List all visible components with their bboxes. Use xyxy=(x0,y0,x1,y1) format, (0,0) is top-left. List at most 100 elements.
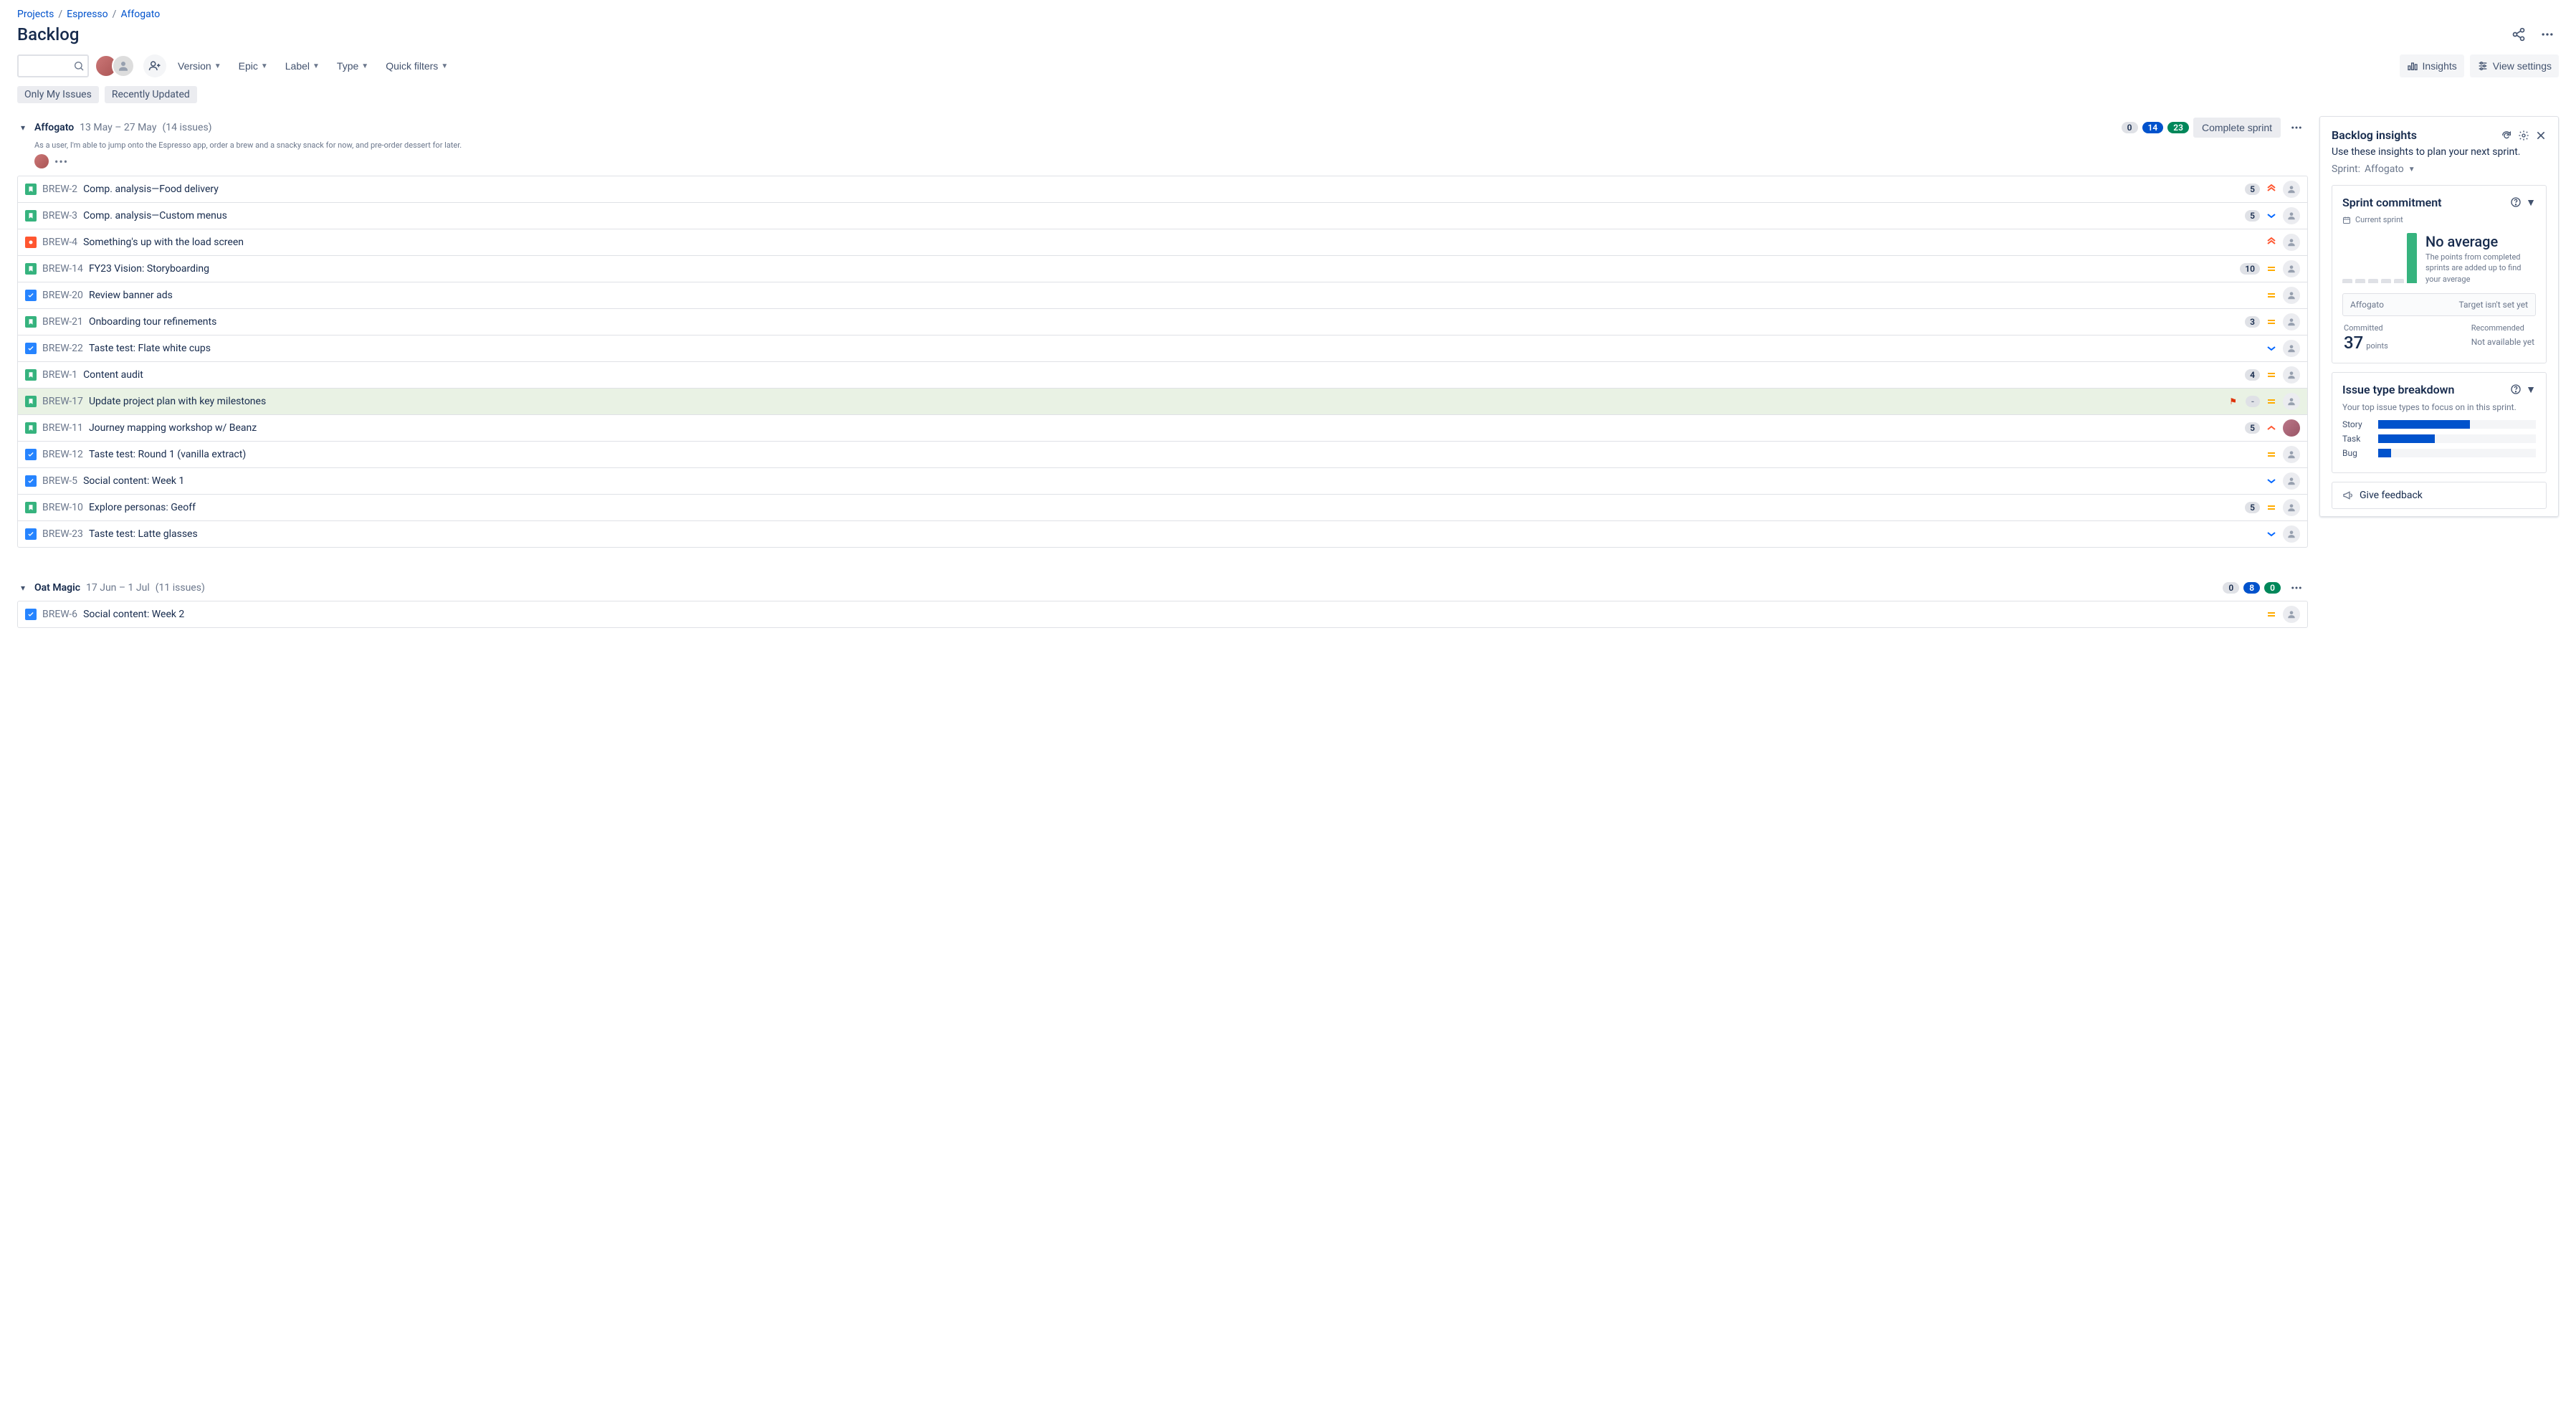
issue-row[interactable]: BREW-21 Onboarding tour refinements 3 xyxy=(18,309,2307,336)
filter-quick[interactable]: Quick filters▼ xyxy=(380,54,454,77)
breadcrumb-affogato[interactable]: Affogato xyxy=(120,9,160,20)
priority-medium-icon xyxy=(2266,290,2277,301)
chevron-down-icon: ▼ xyxy=(361,62,368,70)
assignee-avatar[interactable] xyxy=(2283,313,2300,330)
assignee-avatar[interactable] xyxy=(2283,525,2300,543)
assignee-avatar[interactable] xyxy=(2283,366,2300,384)
chevron-down-icon: ▼ xyxy=(261,62,268,70)
issue-row[interactable]: BREW-23 Taste test: Latte glasses xyxy=(18,521,2307,547)
estimate-badge: 3 xyxy=(2245,316,2260,328)
sprint-commitment-card: Sprint commitment ▼ Current sprint xyxy=(2332,185,2547,363)
collapse-toggle[interactable]: ▾ xyxy=(17,583,29,593)
commitment-mini-chart xyxy=(2342,233,2417,283)
issue-row[interactable]: BREW-10 Explore personas: Geoff 5 xyxy=(18,495,2307,521)
assignee-avatar[interactable] xyxy=(2283,234,2300,251)
sprint-owner-avatar[interactable] xyxy=(34,154,49,168)
issue-key: BREW-2 xyxy=(42,184,77,195)
sprint-more-icon[interactable] xyxy=(2285,576,2308,599)
assignee-avatar[interactable] xyxy=(2283,499,2300,516)
add-people-button[interactable] xyxy=(143,54,166,77)
collapse-toggle[interactable]: ▾ xyxy=(17,123,29,133)
sprint-dates: 13 May – 27 May xyxy=(80,122,156,133)
share-icon[interactable] xyxy=(2507,23,2530,46)
issue-row[interactable]: BREW-1 Content audit 4 xyxy=(18,362,2307,389)
issue-row[interactable]: BREW-22 Taste test: Flate white cups xyxy=(18,336,2307,362)
filter-type[interactable]: Type▼ xyxy=(331,54,374,77)
breadcrumb-projects[interactable]: Projects xyxy=(17,9,54,20)
issue-row[interactable]: BREW-17 Update project plan with key mil… xyxy=(18,389,2307,415)
filter-label[interactable]: Label▼ xyxy=(280,54,325,77)
issue-row[interactable]: BREW-5 Social content: Week 1 xyxy=(18,468,2307,495)
count-inprogress: 14 xyxy=(2142,122,2164,133)
help-icon[interactable] xyxy=(2510,384,2522,396)
issue-summary: Something's up with the load screen xyxy=(83,237,2260,248)
chip-recently-updated[interactable]: Recently Updated xyxy=(105,86,197,103)
assignee-avatar[interactable] xyxy=(2283,260,2300,277)
estimate-badge: 5 xyxy=(2245,422,2260,434)
complete-sprint-button[interactable]: Complete sprint xyxy=(2193,118,2281,138)
calendar-icon xyxy=(2342,216,2351,224)
filter-epic[interactable]: Epic▼ xyxy=(233,54,274,77)
breadcrumb-espresso[interactable]: Espresso xyxy=(67,9,108,20)
assignee-avatar[interactable] xyxy=(2283,446,2300,463)
issue-summary: Comp. analysis—Custom menus xyxy=(83,210,2239,222)
issue-row[interactable]: BREW-6 Social content: Week 2 xyxy=(18,601,2307,627)
assignee-avatar[interactable] xyxy=(2283,419,2300,437)
issue-summary: Taste test: Flate white cups xyxy=(89,343,2260,354)
issue-row[interactable]: BREW-4 Something's up with the load scre… xyxy=(18,229,2307,256)
search-icon xyxy=(73,60,85,72)
issue-row[interactable]: BREW-12 Taste test: Round 1 (vanilla ext… xyxy=(18,442,2307,468)
issue-key: BREW-23 xyxy=(42,528,83,540)
refresh-icon[interactable] xyxy=(2501,130,2512,141)
issue-row[interactable]: BREW-3 Comp. analysis—Custom menus 5 xyxy=(18,203,2307,229)
filter-version[interactable]: Version▼ xyxy=(172,54,227,77)
assignee-avatar[interactable] xyxy=(2283,472,2300,490)
avatar-stack xyxy=(95,54,135,77)
chevron-down-icon: ▼ xyxy=(2408,166,2415,173)
chevron-down-icon[interactable]: ▼ xyxy=(2526,196,2536,209)
recommended-value: Not available yet xyxy=(2471,337,2534,347)
sprint-issue-count: (11 issues) xyxy=(156,582,205,594)
assignee-avatar[interactable] xyxy=(2283,606,2300,623)
priority-highest-icon xyxy=(2266,237,2277,248)
gear-icon[interactable] xyxy=(2518,130,2529,141)
sprint-issue-count: (14 issues) xyxy=(162,122,211,133)
insights-panel-title: Backlog insights xyxy=(2332,128,2417,142)
issue-row[interactable]: BREW-11 Journey mapping workshop w/ Bean… xyxy=(18,415,2307,442)
view-settings-button[interactable]: View settings xyxy=(2470,54,2559,77)
estimate-badge: 5 xyxy=(2245,210,2260,222)
issue-row[interactable]: BREW-20 Review banner ads xyxy=(18,282,2307,309)
issue-type-story-icon xyxy=(25,396,37,407)
issue-row[interactable]: BREW-14 FY23 Vision: Storyboarding 10 xyxy=(18,256,2307,282)
chip-only-my-issues[interactable]: Only My Issues xyxy=(17,86,99,103)
count-inprogress: 8 xyxy=(2243,582,2260,594)
sprint-selector[interactable]: Sprint: Affogato ▼ xyxy=(2332,163,2547,175)
issue-summary: Taste test: Latte glasses xyxy=(89,528,2260,540)
assignee-avatar[interactable] xyxy=(2283,393,2300,410)
assignee-avatar[interactable] xyxy=(2283,207,2300,224)
help-icon[interactable] xyxy=(2510,196,2522,209)
issue-key: BREW-20 xyxy=(42,290,83,301)
count-todo: 0 xyxy=(2223,582,2239,594)
issue-type-task-icon xyxy=(25,449,37,460)
assignee-avatar[interactable] xyxy=(2283,181,2300,198)
avatar-user-2[interactable] xyxy=(112,54,135,77)
assignee-avatar[interactable] xyxy=(2283,340,2300,357)
sprint-more-icon[interactable] xyxy=(2285,116,2308,139)
insights-panel: Backlog insights Use these insights to p… xyxy=(2319,116,2559,517)
issue-summary: Social content: Week 1 xyxy=(83,475,2260,487)
insights-panel-subtitle: Use these insights to plan your next spr… xyxy=(2332,146,2547,158)
more-actions-icon[interactable] xyxy=(2536,23,2559,46)
give-feedback-button[interactable]: Give feedback xyxy=(2332,482,2547,509)
sprint-meta-more-icon[interactable]: ••• xyxy=(54,155,68,168)
priority-medium-icon xyxy=(2266,263,2277,275)
chevron-down-icon[interactable]: ▼ xyxy=(2526,384,2536,396)
insights-button[interactable]: Insights xyxy=(2400,54,2464,77)
close-icon[interactable] xyxy=(2535,130,2547,141)
estimate-badge: 4 xyxy=(2245,369,2260,381)
priority-medium-icon xyxy=(2266,396,2277,407)
issue-row[interactable]: BREW-2 Comp. analysis—Food delivery 5 xyxy=(18,176,2307,203)
priority-low-icon xyxy=(2266,210,2277,222)
issue-type-task-icon xyxy=(25,609,37,620)
assignee-avatar[interactable] xyxy=(2283,287,2300,304)
